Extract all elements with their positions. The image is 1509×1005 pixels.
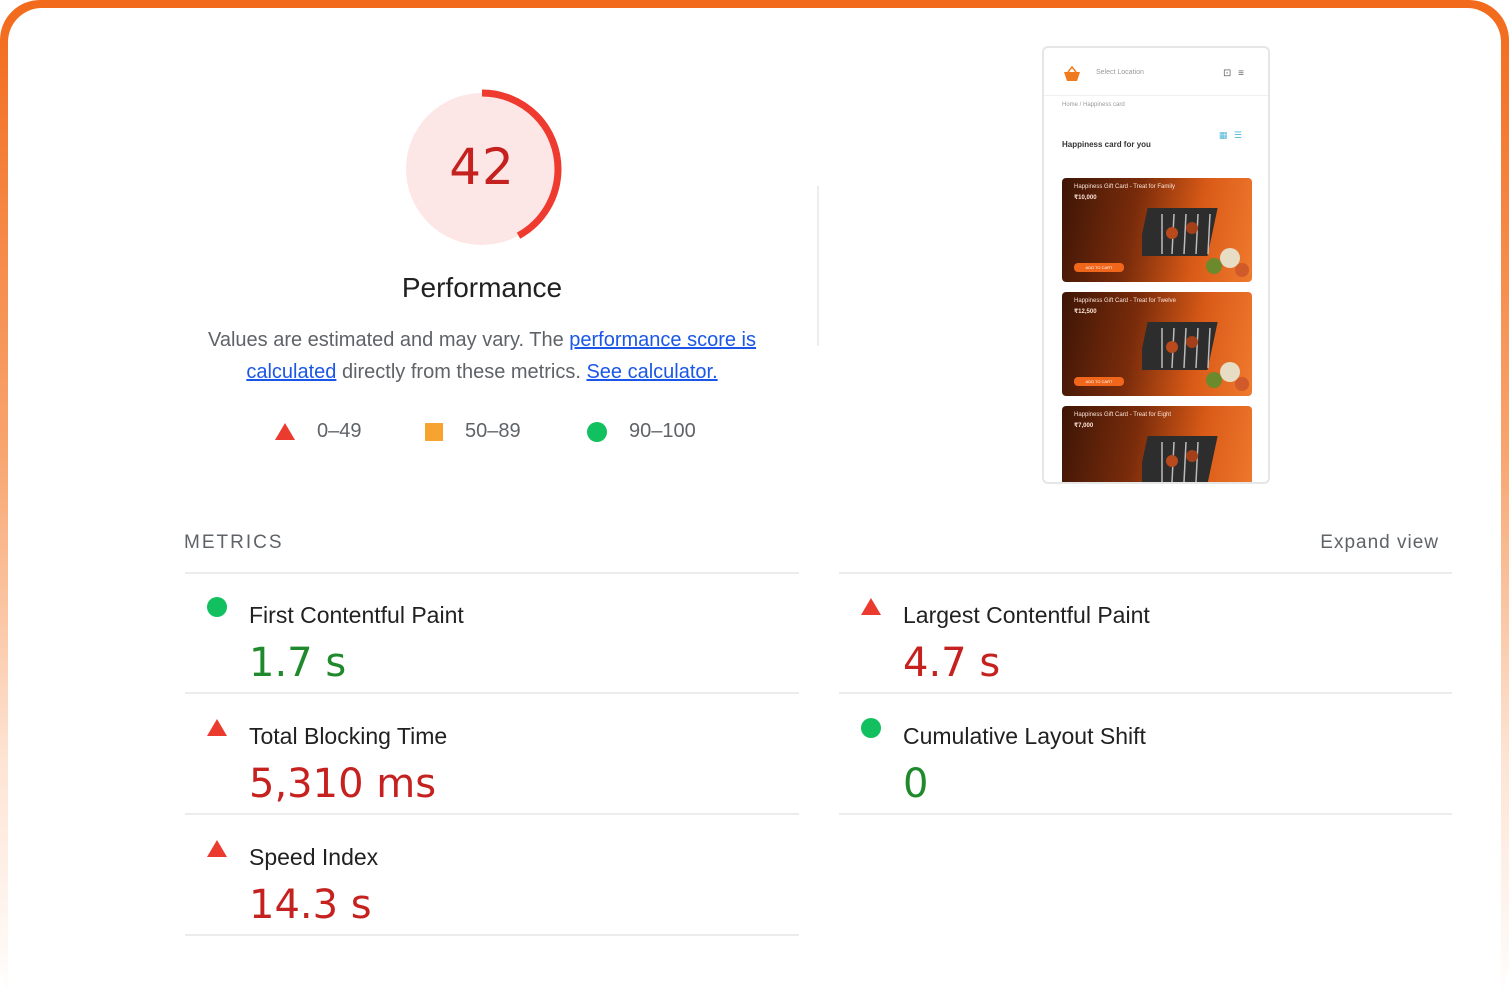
thumbnail-title: Happiness card for you <box>1062 140 1151 149</box>
metrics-divider <box>839 572 1452 574</box>
legend-item-pass: 90–100 <box>587 420 696 443</box>
add-to-cart-button: ADD TO CART <box>1074 377 1124 386</box>
metric-value: 4.7 s <box>903 640 1001 686</box>
description-text-2: directly from these metrics. <box>336 361 587 383</box>
performance-score: 42 <box>449 138 515 196</box>
grill-image-icon <box>1142 322 1249 391</box>
metric-value: 5,310 ms <box>249 761 437 807</box>
fail-triangle-icon <box>861 598 881 615</box>
metric-value: 14.3 s <box>249 882 372 928</box>
metric-first-contentful-paint: First Contentful Paint 1.7 s <box>185 582 785 692</box>
metrics-divider <box>839 692 1452 694</box>
thumbnail-location: Select Location <box>1096 69 1144 76</box>
metric-name: Largest Contentful Paint <box>903 602 1150 628</box>
card-title: Happiness Gift Card - Treat for Twelve <box>1074 298 1176 304</box>
metrics-divider <box>185 813 799 815</box>
card-price: ₹12,500 <box>1074 309 1097 315</box>
pass-circle-icon <box>861 718 881 738</box>
vertical-divider <box>817 186 819 346</box>
metrics-divider <box>185 692 799 694</box>
score-legend: 0–49 50–89 90–100 <box>0 420 1509 450</box>
metrics-heading: METRICS <box>184 532 284 553</box>
metrics-divider <box>185 572 799 574</box>
description-text-1: Values are estimated and may vary. The <box>207 329 570 351</box>
thumbnail-card: Happiness Gift Card - Treat for Twelve ₹… <box>1062 292 1252 396</box>
triangle-icon <box>275 423 295 440</box>
grill-image-icon <box>1142 208 1249 277</box>
score-description: Values are estimated and may vary. The p… <box>192 324 772 388</box>
pass-circle-icon <box>207 597 227 617</box>
card-price: ₹7,000 <box>1074 423 1094 429</box>
thumbnail-header: Select Location ⊡ ≡ <box>1044 48 1268 96</box>
view-toggle-icon: ▦ ☰ <box>1218 130 1244 140</box>
card-title: Happiness Gift Card - Treat for Eight <box>1074 412 1172 418</box>
legend-label: 0–49 <box>317 420 362 442</box>
metric-name: Cumulative Layout Shift <box>903 723 1146 749</box>
thumbnail-breadcrumb: Home / Happiness card <box>1062 102 1125 108</box>
performance-title: Performance <box>401 272 563 303</box>
add-to-cart-button: ADD TO CART <box>1074 263 1124 272</box>
thumbnail-card: Happiness Gift Card - Treat for Eight ₹7… <box>1062 406 1252 482</box>
legend-label: 50–89 <box>465 420 521 442</box>
basket-logo-icon <box>1064 66 1080 81</box>
metric-largest-contentful-paint: Largest Contentful Paint 4.7 s <box>839 582 1439 692</box>
card-title: Happiness Gift Card - Treat for Family <box>1074 184 1176 190</box>
thumbnail-card: Happiness Gift Card - Treat for Family ₹… <box>1062 178 1252 282</box>
legend-item-average: 50–89 <box>425 420 521 443</box>
circle-icon <box>587 421 607 442</box>
metric-value: 0 <box>903 761 929 807</box>
legend-label: 90–100 <box>629 420 696 442</box>
metric-speed-index: Speed Index 14.3 s <box>185 824 785 934</box>
fail-triangle-icon <box>207 840 227 857</box>
card-price: ₹10,000 <box>1074 195 1097 201</box>
metric-name: Speed Index <box>249 844 379 870</box>
cart-menu-icon: ⊡ ≡ <box>1223 68 1246 79</box>
metrics-divider <box>839 813 1452 815</box>
final-screenshot-thumbnail[interactable]: Select Location ⊡ ≡ Home / Happiness car… <box>1042 46 1270 484</box>
square-icon <box>425 422 443 441</box>
expand-view-toggle[interactable]: Expand view <box>1320 532 1439 554</box>
metrics-divider <box>185 934 799 936</box>
metric-name: Total Blocking Time <box>249 723 448 749</box>
see-calculator-link[interactable]: See calculator. <box>586 361 717 383</box>
metric-cumulative-layout-shift: Cumulative Layout Shift 0 <box>839 703 1439 813</box>
metric-total-blocking-time: Total Blocking Time 5,310 ms <box>185 703 785 813</box>
metric-name: First Contentful Paint <box>249 602 464 628</box>
metric-value: 1.7 s <box>249 640 347 686</box>
fail-triangle-icon <box>207 719 227 736</box>
legend-item-fail: 0–49 <box>275 420 362 443</box>
